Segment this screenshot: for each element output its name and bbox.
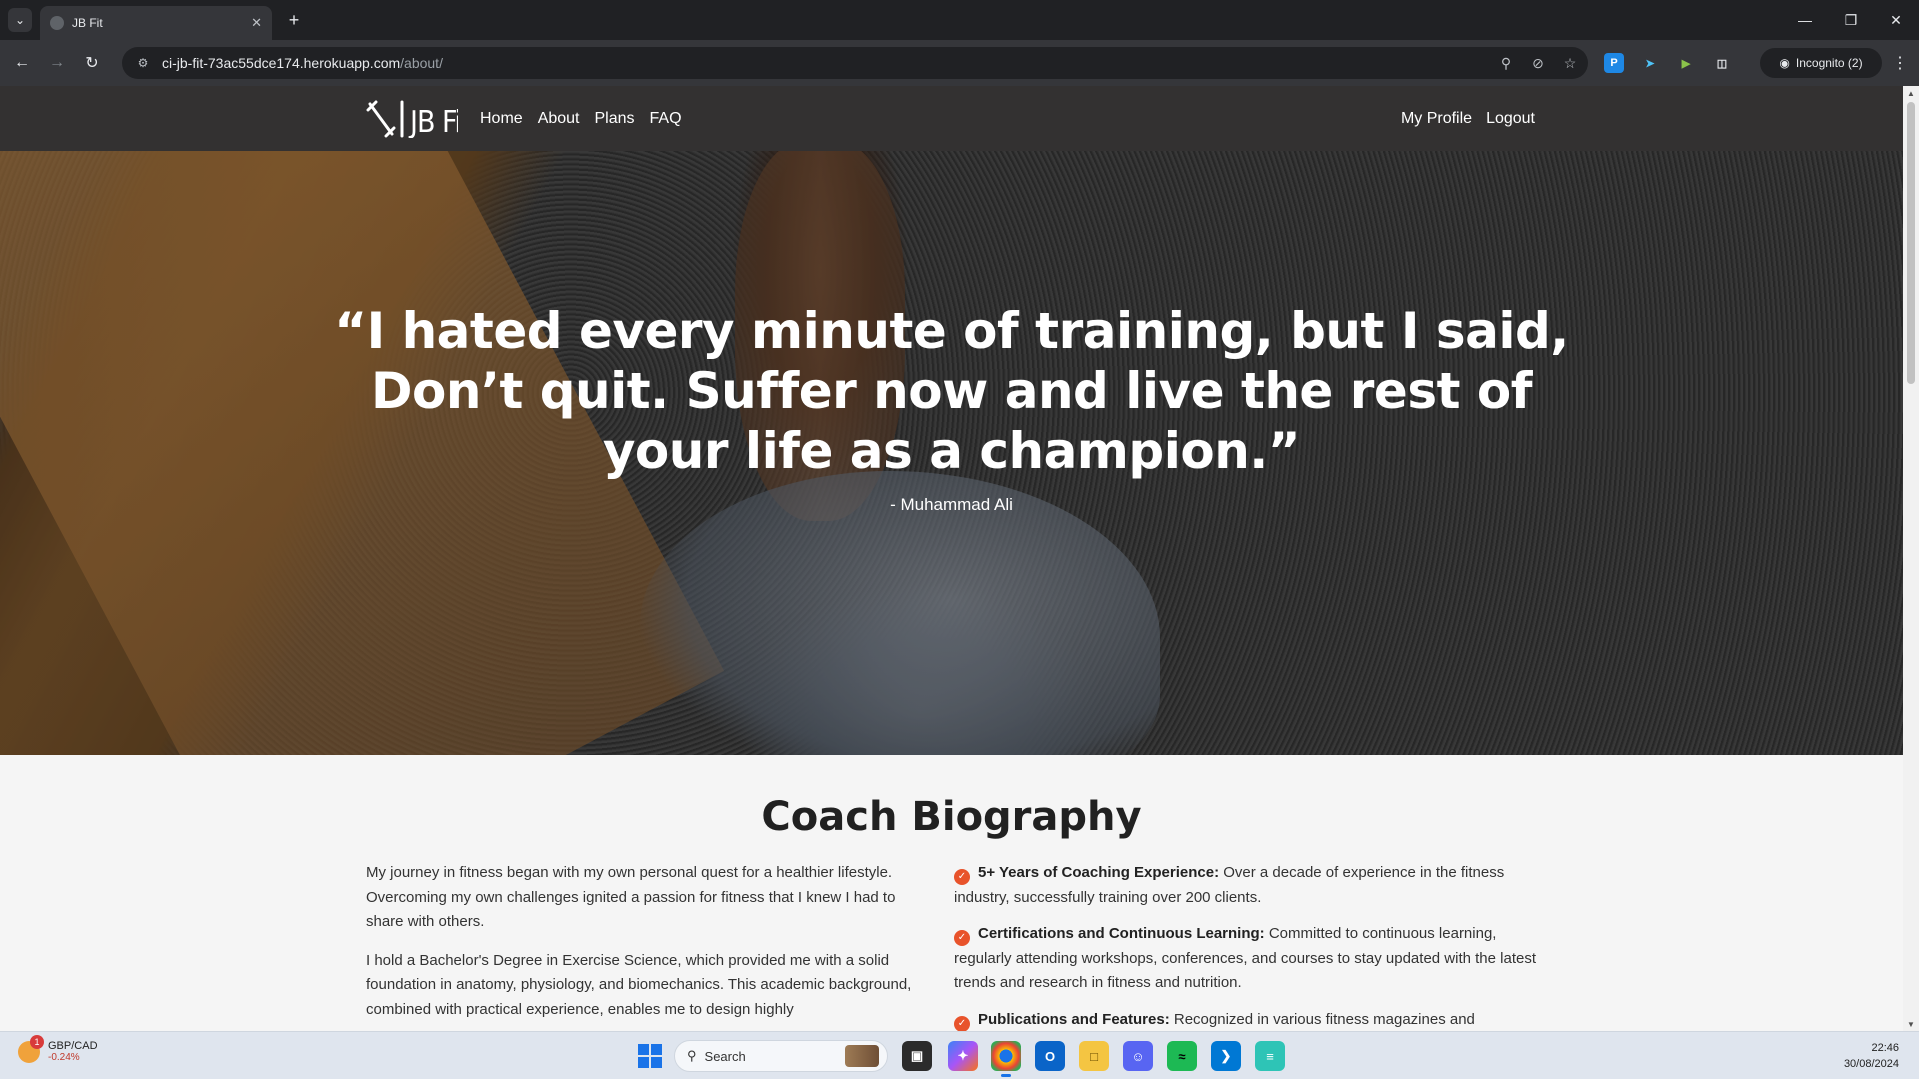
clock-time: 22:46 — [1871, 1042, 1899, 1054]
scrollbar-thumb[interactable] — [1907, 102, 1915, 384]
spotify-icon[interactable]: ≈ — [1167, 1041, 1197, 1071]
notepad-icon[interactable]: ≡ — [1255, 1041, 1285, 1071]
favicon-icon — [50, 16, 64, 30]
credential-text: Recognized in various fitness magazines … — [1169, 1010, 1475, 1028]
browser-tab[interactable]: JB Fit ✕ — [40, 6, 272, 40]
close-tab-icon[interactable]: ✕ — [251, 15, 262, 31]
url-text[interactable]: ci-jb-fit-73ac55dce174.herokuapp.com/abo… — [162, 55, 1492, 71]
zoom-icon[interactable]: ⚲ — [1492, 49, 1520, 77]
my-profile-link[interactable]: My Profile — [1401, 110, 1472, 128]
widget-change: -0.24% — [48, 1052, 80, 1063]
credential-title: Publications and Features: — [978, 1010, 1170, 1028]
site-navbar: JB Fit Home About Plans FAQ My Profile L… — [0, 86, 1903, 151]
logout-link[interactable]: Logout — [1486, 110, 1535, 128]
close-window-button[interactable]: ✕ — [1873, 0, 1919, 40]
credentials-list: ✓ 5+ Years of Coaching Experience: Over a… — [954, 861, 1536, 1031]
new-tab-button[interactable]: + — [282, 8, 306, 32]
browser-tab-strip: ⌄ JB Fit ✕ + — ❐ ✕ — [0, 0, 1919, 40]
incognito-icon: ◉ — [1779, 56, 1790, 70]
biography-paragraph: My journey in fitness began with my own … — [366, 864, 896, 930]
credential-title: Certifications and Continuous Learning: — [978, 925, 1265, 942]
hero-quote-author: - Muhammad Ali — [890, 495, 1013, 514]
tab-title: JB Fit — [72, 16, 103, 30]
scroll-down-arrow-icon[interactable]: ▼ — [1903, 1017, 1919, 1031]
bookmark-star-icon[interactable]: ☆ — [1556, 49, 1584, 77]
extensions-puzzle-icon[interactable]: ◫ — [1712, 53, 1732, 73]
system-clock[interactable]: 22:46 30/08/2024 — [1844, 1040, 1899, 1072]
credential-item: ✓ Certifications and Continuous Learning:… — [954, 922, 1536, 996]
page-scrollbar[interactable]: ▲ ▼ — [1903, 86, 1919, 1031]
scroll-up-arrow-icon[interactable]: ▲ — [1903, 86, 1919, 100]
svg-text:JB Fit: JB Fit — [408, 105, 458, 138]
chrome-icon[interactable] — [991, 1041, 1021, 1077]
discord-icon[interactable]: ☺ — [1123, 1041, 1153, 1071]
windows-start-icon[interactable] — [638, 1044, 662, 1068]
extension-arrow-icon[interactable]: ➤ — [1640, 53, 1660, 73]
reload-button[interactable]: ↻ — [80, 51, 104, 75]
nav-plans-link[interactable]: Plans — [595, 110, 635, 128]
check-circle-icon: ✓ — [954, 1015, 970, 1031]
search-highlight-image — [845, 1045, 879, 1067]
credential-item: ✓ 5+ Years of Coaching Experience: Over a… — [954, 861, 1536, 910]
weather-finance-widget[interactable]: 1 GBP/CAD -0.24% — [18, 1034, 98, 1063]
restore-button[interactable]: ❐ — [1828, 0, 1874, 40]
credential-title: 5+ Years of Coaching Experience: — [978, 864, 1220, 881]
outlook-icon[interactable]: O — [1035, 1041, 1065, 1071]
file-explorer-icon[interactable]: □ — [1079, 1041, 1109, 1071]
forward-button[interactable]: → — [45, 51, 69, 75]
search-placeholder: Search — [704, 1048, 746, 1064]
check-circle-icon: ✓ — [954, 869, 970, 886]
windows-taskbar: 1 GBP/CAD -0.24% ⚲ Search ▣ ✦ O □ ☺ ≈ ❯ … — [0, 1031, 1919, 1079]
coach-biography-heading: Coach Biography — [761, 794, 1142, 840]
task-view-icon[interactable]: ▣ — [902, 1041, 932, 1071]
tracking-protection-icon[interactable]: ⊘ — [1524, 49, 1552, 77]
hero-banner: “I hated every minute of training, but I… — [0, 151, 1903, 755]
notification-badge: 1 — [30, 1034, 44, 1049]
nav-faq-link[interactable]: FAQ — [650, 110, 682, 128]
browser-toolbar: ← → ↻ ⚙ ci-jb-fit-73ac55dce174.herokuapp… — [0, 40, 1919, 86]
address-bar[interactable]: ⚙ ci-jb-fit-73ac55dce174.herokuapp.com/a… — [122, 47, 1588, 79]
minimize-button[interactable]: — — [1782, 0, 1828, 40]
search-icon: ⚲ — [687, 1048, 697, 1063]
extension-p-icon[interactable]: P — [1604, 53, 1624, 73]
tab-search-button[interactable]: ⌄ — [8, 8, 32, 32]
widget-title: GBP/CAD — [48, 1040, 98, 1052]
site-info-icon[interactable]: ⚙ — [134, 54, 152, 72]
incognito-label: Incognito (2) — [1795, 56, 1863, 70]
nav-home-link[interactable]: Home — [480, 110, 523, 128]
account-nav-links: My Profile Logout — [1401, 86, 1535, 151]
nav-about-link[interactable]: About — [538, 110, 580, 128]
copilot-icon[interactable]: ✦ — [948, 1041, 978, 1071]
page-viewport: JB Fit Home About Plans FAQ My Profile L… — [0, 86, 1903, 1031]
check-circle-icon: ✓ — [954, 930, 970, 947]
credential-item: ✓ Publications and Features: Recognized i… — [954, 1008, 1536, 1031]
incognito-indicator[interactable]: ◉ Incognito (2) — [1760, 48, 1882, 78]
back-button[interactable]: ← — [10, 51, 34, 75]
extension-play-icon[interactable]: ▶ — [1676, 53, 1696, 73]
main-nav-links: Home About Plans FAQ — [480, 86, 682, 151]
biography-paragraph: I hold a Bachelor's Degree in Exercise S… — [366, 951, 912, 1018]
site-logo[interactable]: JB Fit — [366, 98, 458, 138]
finance-widget-icon: 1 — [18, 1034, 44, 1063]
taskbar-search[interactable]: ⚲ Search — [674, 1040, 888, 1072]
clock-date: 30/08/2024 — [1843, 1058, 1899, 1070]
biography-text: My journey in fitness began with my own … — [366, 861, 936, 1031]
browser-menu-icon[interactable]: ⋮ — [1888, 51, 1912, 75]
vscode-icon[interactable]: ❯ — [1211, 1041, 1241, 1071]
dumbbell-logo-icon: JB Fit — [366, 100, 458, 138]
hero-quote: “I hated every minute of training, but I… — [334, 302, 1569, 480]
